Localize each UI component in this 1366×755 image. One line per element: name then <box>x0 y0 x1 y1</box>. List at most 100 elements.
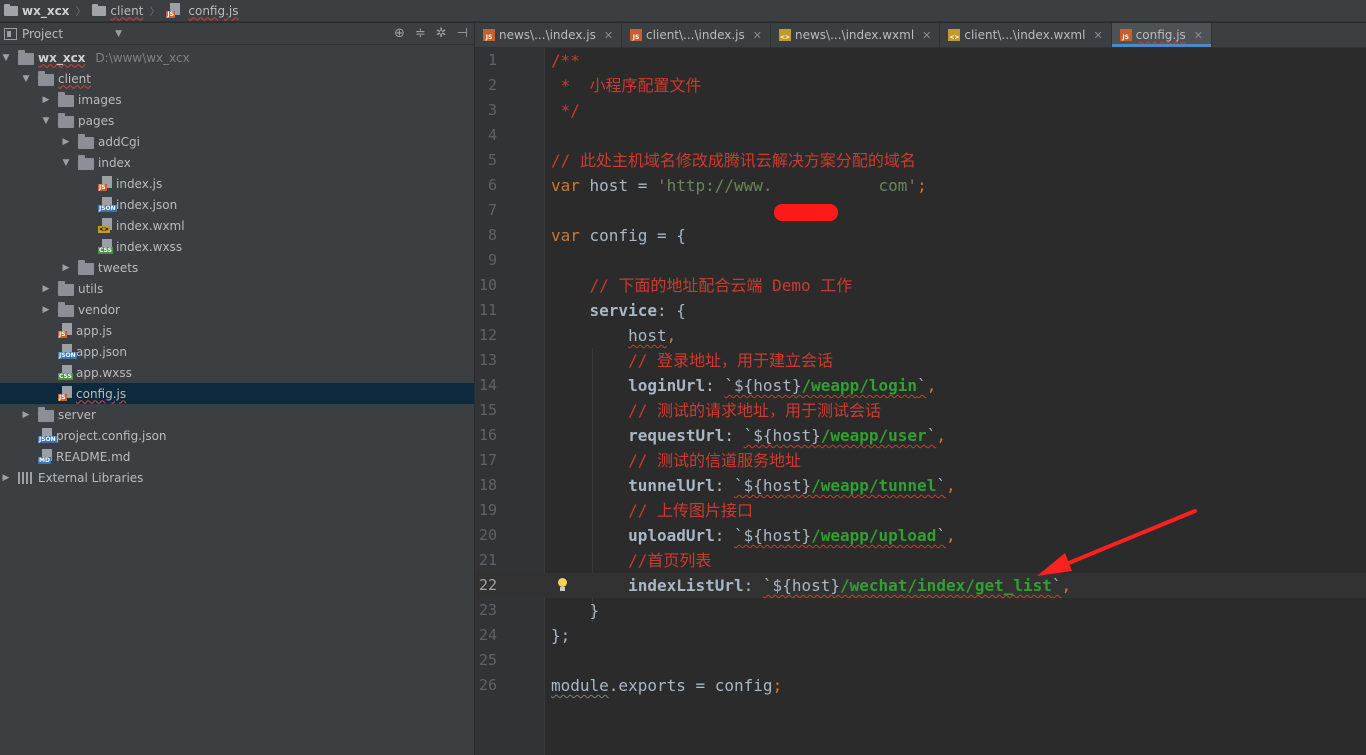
code-line[interactable]: 7 <box>475 198 1366 223</box>
code-line[interactable]: 14 loginUrl: `${host}/weapp/login`, <box>475 373 1366 398</box>
tree-item[interactable]: ▼ client <box>0 68 474 89</box>
code-line[interactable]: 1 /** <box>475 48 1366 73</box>
code-line[interactable]: 5 // 此处主机域名修改成腾讯云解决方案分配的域名 <box>475 148 1366 173</box>
code-line[interactable]: 11 service: { <box>475 298 1366 323</box>
code-token: `${host} <box>724 376 802 395</box>
code-token: */ <box>551 101 580 120</box>
expand-right-icon[interactable]: ▶ <box>40 95 52 105</box>
expand-down-icon[interactable]: ▼ <box>60 158 72 168</box>
code-line[interactable]: 3 */ <box>475 98 1366 123</box>
code-line[interactable]: 23 } <box>475 598 1366 623</box>
tree-item[interactable]: ▼ pages <box>0 110 474 131</box>
project-panel-title[interactable]: Project <box>22 27 63 41</box>
js-file-icon: JS <box>98 176 112 191</box>
line-number: 14 <box>478 376 497 394</box>
close-tab-icon[interactable]: ✕ <box>1194 29 1203 42</box>
line-number: 11 <box>478 301 497 319</box>
code-line[interactable]: 22 indexListUrl: `${host}/wechat/index/g… <box>475 573 1366 598</box>
expand-down-icon[interactable]: ▼ <box>20 74 32 84</box>
tree-item[interactable]: ▶ External Libraries <box>0 467 474 488</box>
code-line[interactable]: 9 <box>475 248 1366 273</box>
breadcrumb-label: config.js <box>188 3 239 18</box>
editor-tab[interactable]: <> client\...\index.wxml ✕ <box>940 23 1112 47</box>
tree-item-label: server <box>58 407 96 422</box>
code-text: */ <box>551 98 580 123</box>
code-line[interactable]: 15 // 测试的请求地址，用于测试会话 <box>475 398 1366 423</box>
line-number: 15 <box>478 401 497 419</box>
breadcrumb-item-root[interactable]: wx_xcx <box>4 3 69 18</box>
tree-item[interactable]: ▶ server <box>0 404 474 425</box>
close-tab-icon[interactable]: ✕ <box>604 29 613 42</box>
editor-tab[interactable]: <> news\...\index.wxml ✕ <box>771 23 941 47</box>
tree-item[interactable]: CSS index.wxss <box>0 236 474 257</box>
line-number: 4 <box>487 126 497 144</box>
code-line[interactable]: 13 // 登录地址，用于建立会话 <box>475 348 1366 373</box>
expand-right-icon[interactable]: ▶ <box>20 410 32 420</box>
expand-right-icon[interactable]: ▶ <box>40 284 52 294</box>
code-line[interactable]: 21 //首页列表 <box>475 548 1366 573</box>
code-token: com' <box>878 176 918 195</box>
code-line[interactable]: 6 var host = 'http://www. com'; <box>475 173 1366 198</box>
expand-right-icon[interactable]: ▶ <box>40 305 52 315</box>
close-tab-icon[interactable]: ✕ <box>922 29 931 42</box>
tree-item[interactable]: CSS app.wxss <box>0 362 474 383</box>
expand-right-icon[interactable]: ▶ <box>60 263 72 273</box>
expand-right-icon[interactable]: ▶ <box>60 137 72 147</box>
expand-down-icon[interactable]: ▼ <box>0 53 12 63</box>
code-line[interactable]: 25 <box>475 648 1366 673</box>
code-line[interactable]: 18 tunnelUrl: `${host}/weapp/tunnel`, <box>475 473 1366 498</box>
code-area[interactable]: 1/** 2 * 小程序配置文件 3 */ 4 5// 此处主机域名修改成腾讯云解决方案… <box>475 48 1366 755</box>
tree-item[interactable]: ▶ addCgi <box>0 131 474 152</box>
tree-item[interactable]: JS config.js <box>0 383 474 404</box>
code-line[interactable]: 8 var config = { <box>475 223 1366 248</box>
tree-item-label: project.config.json <box>56 428 167 443</box>
tree-item-label: app.wxss <box>76 365 132 380</box>
tree-item[interactable]: JSON app.json <box>0 341 474 362</box>
wxml-file-icon: <> <box>778 29 791 41</box>
breadcrumb-item-config[interactable]: JS config.js <box>166 3 239 18</box>
close-tab-icon[interactable]: ✕ <box>753 29 762 42</box>
expand-right-icon[interactable]: ▶ <box>0 473 12 483</box>
code-line[interactable]: 20 uploadUrl: `${host}/weapp/upload`, <box>475 523 1366 548</box>
code-line[interactable]: 19 // 上传图片接口 <box>475 498 1366 523</box>
tree-item[interactable]: ▶ tweets <box>0 257 474 278</box>
code-text: // 测试的信道服务地址 <box>551 448 801 473</box>
code-line[interactable]: 26 module.exports = config; <box>475 673 1366 698</box>
code-line[interactable]: 2 * 小程序配置文件 <box>475 73 1366 98</box>
tree-item[interactable]: ▶ vendor <box>0 299 474 320</box>
tree-item[interactable]: MD README.md <box>0 446 474 467</box>
code-line[interactable]: 12 host, <box>475 323 1366 348</box>
tree-item[interactable]: ▶ images <box>0 89 474 110</box>
tree-item[interactable]: ▼ index <box>0 152 474 173</box>
line-number: 20 <box>478 526 497 544</box>
code-line[interactable]: 10 // 下面的地址配合云端 Demo 工作 <box>475 273 1366 298</box>
code-text: }; <box>551 623 570 648</box>
code-text: host, <box>551 323 676 348</box>
tree-item[interactable]: JSON index.json <box>0 194 474 215</box>
tree-item[interactable]: ▶ utils <box>0 278 474 299</box>
expand-down-icon[interactable]: ▼ <box>40 116 52 126</box>
code-line[interactable]: 16 requestUrl: `${host}/weapp/user`, <box>475 423 1366 448</box>
close-tab-icon[interactable]: ✕ <box>1093 29 1102 42</box>
folder-icon <box>78 133 94 149</box>
collapse-all-icon[interactable]: ≑ <box>415 26 426 41</box>
code-line[interactable]: 24}; <box>475 623 1366 648</box>
tree-item-label: index.json <box>116 197 178 212</box>
gear-icon[interactable]: ✲ <box>436 26 447 41</box>
hide-panel-icon[interactable]: ⊣ <box>457 26 468 41</box>
tree-item[interactable]: <> index.wxml <box>0 215 474 236</box>
editor-tab[interactable]: JS news\...\index.js ✕ <box>475 23 623 47</box>
editor-tab[interactable]: JS client\...\index.js ✕ <box>622 23 771 47</box>
tree-item[interactable]: ▼ wx_xcx D:\www\wx_xcx <box>0 47 474 68</box>
breadcrumb-item-client[interactable]: client <box>92 3 143 18</box>
chevron-down-icon[interactable]: ▼ <box>115 29 122 39</box>
code-line[interactable]: 17 // 测试的信道服务地址 <box>475 448 1366 473</box>
locate-icon[interactable]: ⊕ <box>394 26 405 41</box>
code-text: service: { <box>551 298 686 323</box>
tree-item[interactable]: JS index.js <box>0 173 474 194</box>
editor-tab[interactable]: JS config.js ✕ <box>1111 23 1213 47</box>
code-token: // 此处主机域名修改成腾讯云解决方案分配的域名 <box>551 151 916 170</box>
code-line[interactable]: 4 <box>475 123 1366 148</box>
tree-item[interactable]: JSON project.config.json <box>0 425 474 446</box>
tree-item[interactable]: JS app.js <box>0 320 474 341</box>
